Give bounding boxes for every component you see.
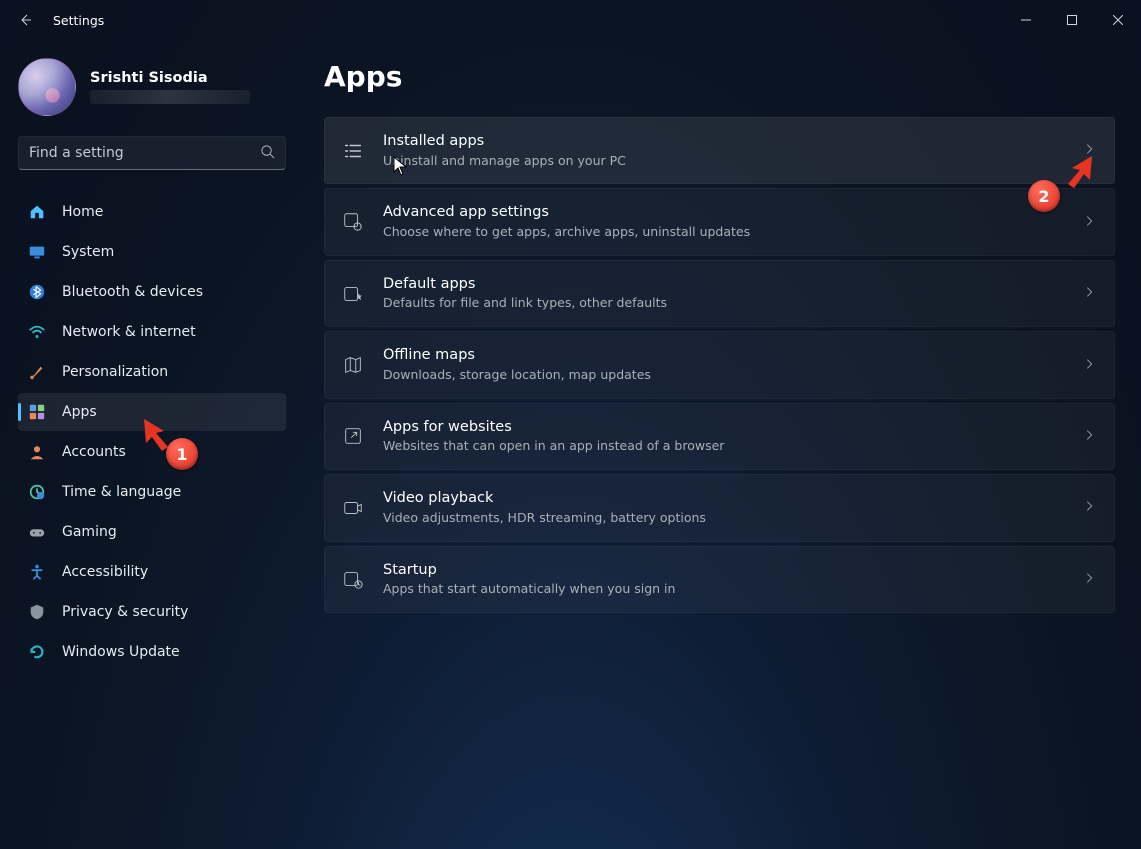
wifi-icon — [28, 323, 46, 341]
mouse-cursor-icon — [393, 156, 407, 176]
row-advanced-app-settings[interactable]: Advanced app settings Choose where to ge… — [324, 188, 1115, 255]
sidebar-item-label: Network & internet — [62, 324, 196, 340]
sidebar-item-label: Accounts — [62, 444, 126, 460]
chevron-right-icon — [1082, 213, 1096, 232]
list-icon — [341, 139, 365, 163]
user-email-redacted — [90, 90, 250, 104]
row-title: Installed apps — [383, 132, 1064, 152]
search-input[interactable] — [29, 145, 260, 161]
arrow-left-icon — [17, 12, 33, 28]
clock-globe-icon — [28, 483, 46, 501]
row-subtitle: Choose where to get apps, archive apps, … — [383, 224, 1064, 241]
shield-icon — [28, 603, 46, 621]
apps-grid-icon — [28, 403, 46, 421]
sidebar-item-label: Home — [62, 204, 103, 220]
sidebar-item-label: System — [62, 244, 114, 260]
annotation-marker-2: 2 — [1028, 180, 1060, 212]
sidebar-item-accessibility[interactable]: Accessibility — [18, 553, 286, 591]
row-subtitle: Downloads, storage location, map updates — [383, 367, 1064, 384]
default-apps-icon — [341, 282, 365, 306]
sidebar-item-label: Bluetooth & devices — [62, 284, 203, 300]
row-subtitle: Uninstall and manage apps on your PC — [383, 153, 1064, 170]
page-title: Apps — [324, 60, 1115, 93]
window-title: Settings — [53, 13, 104, 28]
sidebar-item-home[interactable]: Home — [18, 193, 286, 231]
minimize-icon — [1021, 15, 1031, 25]
main-content: Apps Installed apps Uninstall and manage… — [300, 40, 1141, 849]
close-icon — [1113, 15, 1123, 25]
sidebar-item-label: Accessibility — [62, 564, 148, 580]
row-offline-maps[interactable]: Offline maps Downloads, storage location… — [324, 331, 1115, 398]
user-block[interactable]: Srishti Sisodia — [18, 58, 290, 116]
row-title: Default apps — [383, 275, 1064, 295]
sidebar-item-system[interactable]: System — [18, 233, 286, 271]
row-subtitle: Websites that can open in an app instead… — [383, 438, 1064, 455]
gamepad-icon — [28, 523, 46, 541]
sidebar-item-label: Privacy & security — [62, 604, 188, 620]
chevron-right-icon — [1082, 498, 1096, 517]
row-apps-for-websites[interactable]: Apps for websites Websites that can open… — [324, 403, 1115, 470]
chevron-right-icon — [1082, 284, 1096, 303]
maximize-icon — [1067, 15, 1077, 25]
maximize-button[interactable] — [1049, 0, 1095, 40]
window-controls — [1003, 0, 1141, 40]
row-video-playback[interactable]: Video playback Video adjustments, HDR st… — [324, 474, 1115, 541]
row-title: Video playback — [383, 489, 1064, 509]
row-startup[interactable]: Startup Apps that start automatically wh… — [324, 546, 1115, 613]
sidebar-item-personalization[interactable]: Personalization — [18, 353, 286, 391]
sidebar-item-privacy[interactable]: Privacy & security — [18, 593, 286, 631]
row-title: Advanced app settings — [383, 203, 1064, 223]
open-external-icon — [341, 424, 365, 448]
search-box[interactable] — [18, 136, 286, 170]
sidebar-item-update[interactable]: Windows Update — [18, 633, 286, 671]
person-icon — [28, 443, 46, 461]
monitor-icon — [28, 243, 46, 261]
sidebar-item-label: Personalization — [62, 364, 168, 380]
app-gear-icon — [341, 210, 365, 234]
search-icon — [260, 144, 275, 163]
chevron-right-icon — [1082, 427, 1096, 446]
video-icon — [341, 496, 365, 520]
chevron-right-icon — [1082, 356, 1096, 375]
home-icon — [28, 203, 46, 221]
row-subtitle: Defaults for file and link types, other … — [383, 295, 1064, 312]
annotation-arrow-2 — [1054, 150, 1098, 198]
sidebar-item-bluetooth[interactable]: Bluetooth & devices — [18, 273, 286, 311]
bluetooth-icon — [28, 283, 46, 301]
row-subtitle: Video adjustments, HDR streaming, batter… — [383, 510, 1064, 527]
settings-rows: Installed apps Uninstall and manage apps… — [308, 117, 1115, 613]
minimize-button[interactable] — [1003, 0, 1049, 40]
sidebar-item-label: Windows Update — [62, 644, 180, 660]
sidebar-item-label: Time & language — [62, 484, 181, 500]
chevron-right-icon — [1082, 570, 1096, 589]
startup-icon — [341, 567, 365, 591]
sidebar-item-gaming[interactable]: Gaming — [18, 513, 286, 551]
annotation-marker-1: 1 — [166, 438, 198, 470]
update-icon — [28, 643, 46, 661]
back-button[interactable] — [17, 12, 49, 28]
close-button[interactable] — [1095, 0, 1141, 40]
row-subtitle: Apps that start automatically when you s… — [383, 581, 1064, 598]
user-name: Srishti Sisodia — [90, 70, 250, 86]
row-installed-apps[interactable]: Installed apps Uninstall and manage apps… — [324, 117, 1115, 184]
row-title: Offline maps — [383, 346, 1064, 366]
avatar — [18, 58, 76, 116]
sidebar-item-label: Gaming — [62, 524, 117, 540]
sidebar-item-network[interactable]: Network & internet — [18, 313, 286, 351]
accessibility-icon — [28, 563, 46, 581]
titlebar: Settings — [0, 0, 1141, 40]
sidebar-item-time[interactable]: Time & language — [18, 473, 286, 511]
row-title: Startup — [383, 561, 1064, 581]
sidebar-item-label: Apps — [62, 404, 97, 420]
brush-icon — [28, 363, 46, 381]
map-icon — [341, 353, 365, 377]
row-default-apps[interactable]: Default apps Defaults for file and link … — [324, 260, 1115, 327]
row-title: Apps for websites — [383, 418, 1064, 438]
